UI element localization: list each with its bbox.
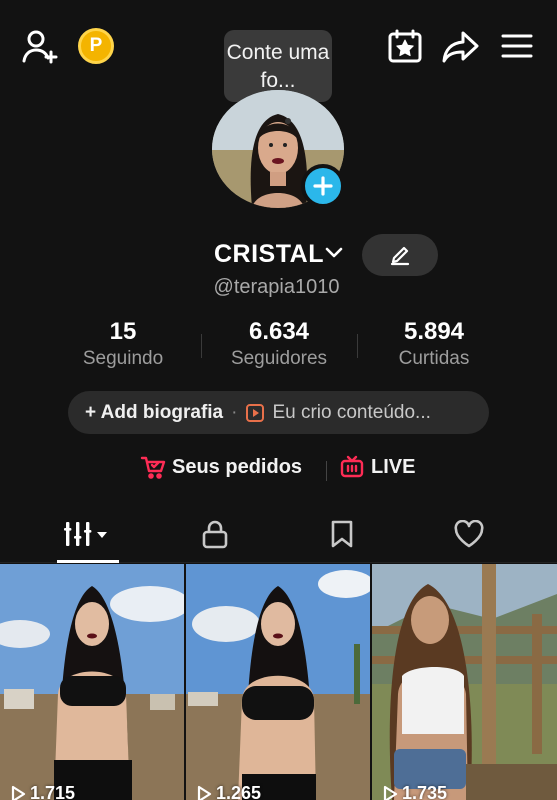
- add-bio-label[interactable]: + Add biografia: [85, 402, 223, 424]
- lock-icon: [202, 520, 228, 549]
- videos-grid-icon: [64, 522, 107, 546]
- calendar-star-icon[interactable]: [386, 28, 424, 64]
- share-icon[interactable]: [441, 28, 481, 64]
- add-avatar-button[interactable]: [301, 164, 345, 208]
- heart-icon: [454, 520, 484, 548]
- avatar-container: [212, 90, 346, 210]
- likes-count: 5.894: [403, 318, 465, 345]
- stat-likes[interactable]: 5.894 Curtidas: [378, 318, 490, 370]
- video-thumbnail-image: [186, 564, 370, 800]
- video-thumbnail[interactable]: 1.715: [0, 564, 184, 800]
- coin-icon[interactable]: P: [78, 28, 114, 64]
- live-tv-icon: [340, 455, 364, 479]
- top-bar: P Conte uma fo...: [0, 0, 557, 102]
- video-thumbnail[interactable]: 1.735: [372, 564, 557, 800]
- chevron-down-icon[interactable]: [324, 246, 344, 265]
- orders-link[interactable]: Seus pedidos: [140, 455, 302, 479]
- stat-followers[interactable]: 6.634 Seguidores: [214, 318, 344, 370]
- following-count: 15: [109, 318, 137, 345]
- tab-indicator: [57, 560, 119, 563]
- followers-count: 6.634: [248, 318, 310, 345]
- view-count-value: 1.735: [402, 783, 448, 800]
- tab-saved[interactable]: [282, 505, 402, 563]
- username: @terapia1010: [213, 276, 340, 298]
- live-label: LIVE: [371, 455, 416, 478]
- add-friend-icon[interactable]: [20, 28, 60, 64]
- view-count: 1.735: [382, 783, 447, 800]
- name-row: CRISTAL: [0, 234, 557, 276]
- video-grid: 1.715 1.265 1.735: [0, 564, 557, 800]
- video-thumbnail-image: [0, 564, 184, 800]
- bio-bar[interactable]: + Add biografia · Eu crio conteúdo...: [68, 391, 489, 434]
- following-label: Seguindo: [82, 348, 164, 369]
- view-count: 1.715: [10, 783, 75, 800]
- plus-icon: [313, 176, 333, 196]
- menu-icon[interactable]: [498, 30, 536, 62]
- stats-row: 15 Seguindo 6.634 Seguidores 5.894 Curti…: [0, 318, 557, 374]
- likes-label: Curtidas: [398, 348, 470, 369]
- creator-label[interactable]: Eu crio conteúdo...: [272, 402, 430, 424]
- creator-play-icon: [245, 403, 265, 423]
- view-count-value: 1.265: [216, 783, 262, 800]
- tab-private[interactable]: [155, 505, 275, 563]
- view-count: 1.265: [196, 783, 261, 800]
- play-icon: [11, 785, 26, 800]
- bookmark-icon: [331, 520, 353, 548]
- divider: [357, 334, 358, 358]
- live-link[interactable]: LIVE: [340, 455, 415, 479]
- tab-videos[interactable]: [28, 505, 148, 563]
- display-name[interactable]: CRISTAL: [214, 240, 324, 269]
- divider: [326, 461, 327, 481]
- bio-separator: ·: [231, 401, 238, 423]
- play-icon: [197, 785, 212, 800]
- stat-following[interactable]: 15 Seguindo: [68, 318, 178, 370]
- video-thumbnail-image: [372, 564, 557, 800]
- tab-liked[interactable]: [409, 505, 529, 563]
- coin-letter: P: [89, 35, 103, 56]
- followers-label: Seguidores: [230, 348, 328, 369]
- shortcut-links: Seus pedidos LIVE: [0, 455, 557, 485]
- play-icon: [383, 785, 398, 800]
- video-thumbnail[interactable]: 1.265: [186, 564, 370, 800]
- divider: [201, 334, 202, 358]
- edit-profile-button[interactable]: [362, 234, 438, 276]
- cart-icon: [140, 455, 166, 479]
- pencil-icon: [390, 246, 410, 266]
- view-count-value: 1.715: [30, 783, 76, 800]
- content-tabs: [0, 505, 557, 563]
- orders-label: Seus pedidos: [172, 455, 303, 478]
